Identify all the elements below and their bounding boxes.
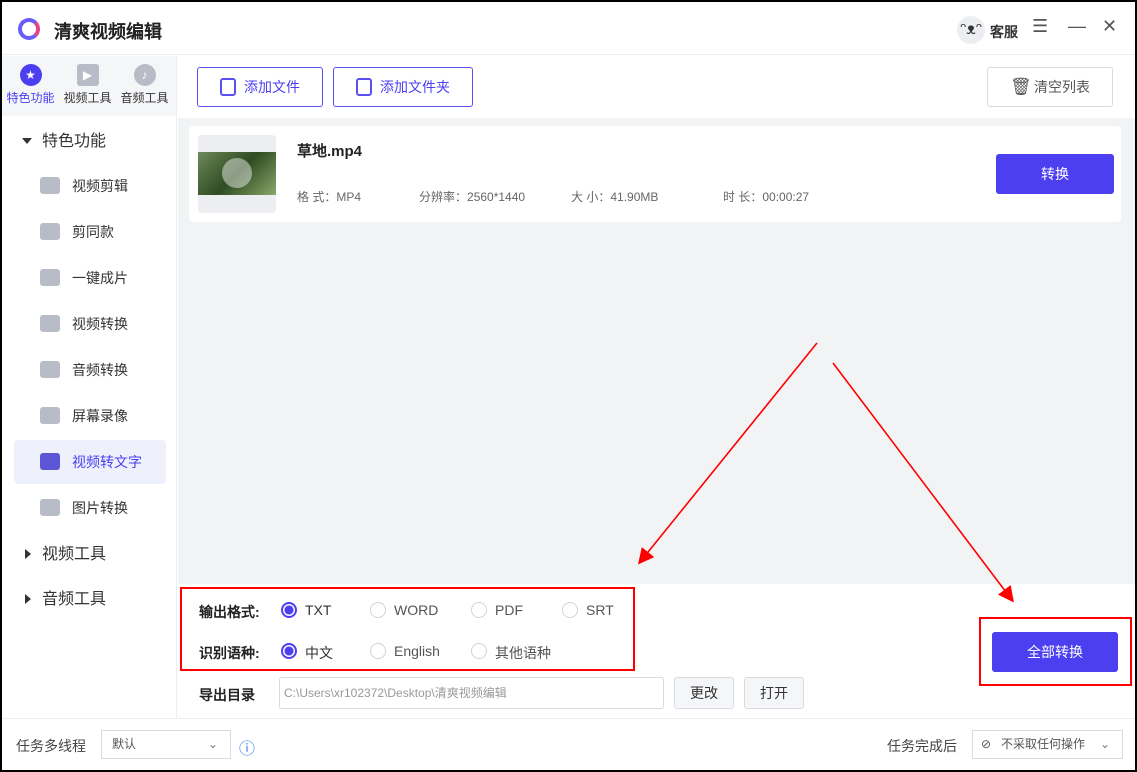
annotation-box-options <box>180 587 635 671</box>
annotation-arrow-left <box>637 342 818 565</box>
annotation-arrow-right <box>832 362 1014 603</box>
annotation-overlay <box>180 342 1132 686</box>
annotation-box-convert-all <box>979 617 1132 686</box>
